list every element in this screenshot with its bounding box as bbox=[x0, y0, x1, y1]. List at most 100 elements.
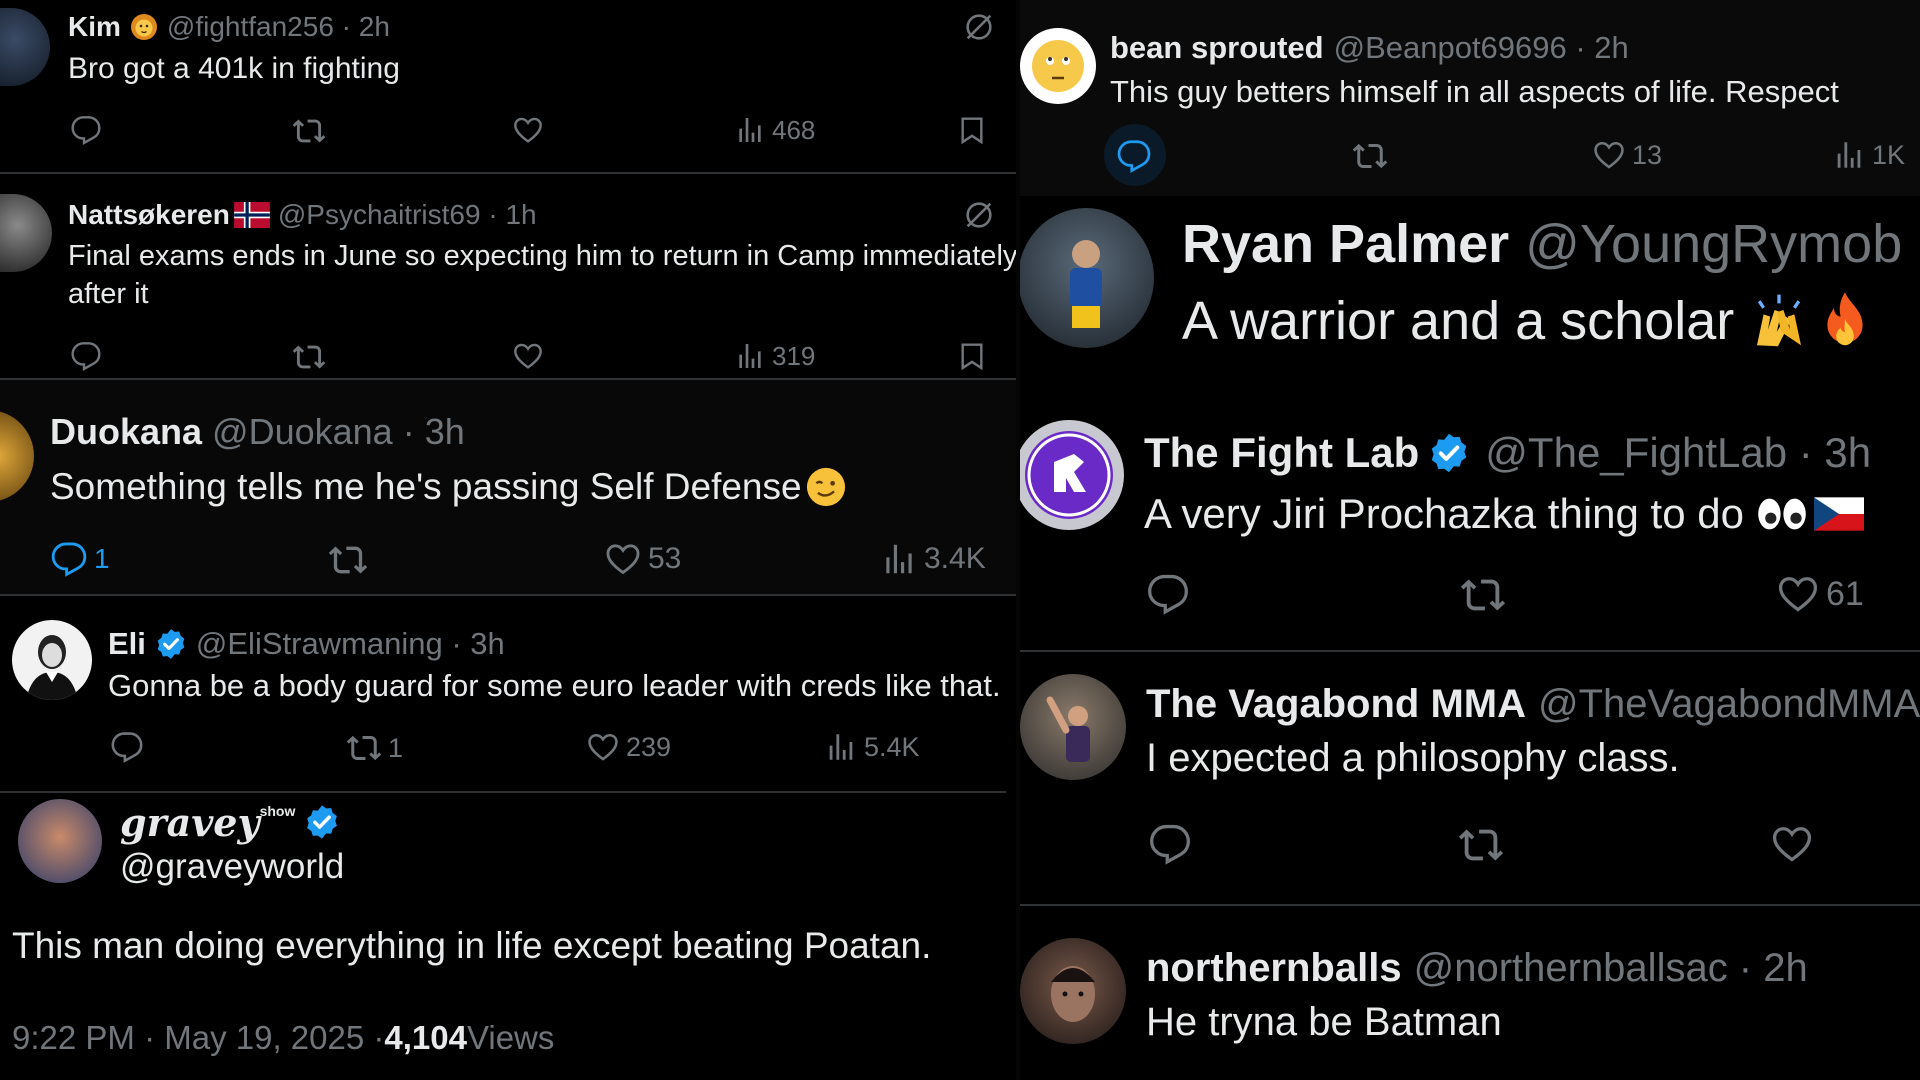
author-name[interactable]: Duokana bbox=[50, 411, 202, 453]
like-button[interactable]: 13 bbox=[1592, 138, 1662, 172]
author-name[interactable]: northernballs bbox=[1146, 946, 1402, 991]
author-handle[interactable]: @EliStrawmaning · 3h bbox=[196, 626, 505, 662]
reply-button[interactable] bbox=[70, 114, 102, 146]
author-handle[interactable]: @graveyworld bbox=[120, 847, 344, 887]
retweet-button[interactable]: 1 bbox=[346, 730, 403, 766]
reply-icon bbox=[1116, 138, 1152, 174]
like-button[interactable]: 61 bbox=[1776, 572, 1864, 616]
reply-button[interactable] bbox=[110, 730, 144, 764]
views-button[interactable]: 1K bbox=[1832, 138, 1905, 172]
author-name[interactable]: gravey bbox=[120, 800, 260, 845]
fire-emoji-icon bbox=[1827, 292, 1863, 346]
bookmark-button[interactable] bbox=[956, 340, 988, 372]
views-icon bbox=[734, 114, 766, 146]
retweet-button[interactable] bbox=[292, 340, 326, 374]
author-handle[interactable]: @YoungRymob · bbox=[1525, 213, 1920, 275]
views-count: 1K bbox=[1872, 139, 1906, 170]
views-button[interactable]: 5.4K bbox=[824, 730, 920, 764]
tweet-text: I expected a philosophy class. bbox=[1146, 736, 1680, 780]
retweet-button[interactable] bbox=[1460, 572, 1506, 618]
retweet-button[interactable] bbox=[1458, 822, 1504, 868]
tweet-the-vagabond-mma[interactable]: The Vagabond MMA @TheVagabondMMA I expec… bbox=[1018, 652, 1920, 902]
reply-button[interactable] bbox=[1148, 822, 1192, 866]
like-icon bbox=[1770, 822, 1814, 866]
reply-icon bbox=[110, 730, 144, 764]
retweet-button[interactable] bbox=[292, 114, 326, 148]
tweet-bean-sprouted[interactable]: bean sprouted @Beanpot69696 · 2h This gu… bbox=[1018, 0, 1920, 196]
views-button[interactable]: 319 bbox=[734, 340, 815, 372]
author-name[interactable]: The Fight Lab bbox=[1144, 429, 1419, 477]
column-gap bbox=[1016, 0, 1020, 1080]
reply-button[interactable] bbox=[1146, 572, 1190, 616]
reply-button[interactable] bbox=[70, 340, 102, 372]
avatar[interactable] bbox=[0, 194, 52, 272]
author-handle[interactable]: @Psychaitrist69 · 1h bbox=[278, 199, 537, 231]
wink-emoji-icon bbox=[806, 467, 845, 507]
author-name[interactable]: Nattsøkeren bbox=[68, 199, 230, 231]
views-button[interactable]: 468 bbox=[734, 114, 815, 146]
avatar[interactable] bbox=[1020, 938, 1126, 1044]
views-count: 4,104 bbox=[384, 1019, 467, 1056]
raising-hands-emoji-icon bbox=[1757, 294, 1802, 347]
avatar[interactable] bbox=[18, 799, 102, 883]
retweet-button[interactable] bbox=[328, 540, 368, 580]
reply-icon bbox=[70, 114, 102, 146]
grok-icon[interactable] bbox=[962, 10, 996, 44]
bookmark-icon bbox=[956, 114, 988, 146]
like-button[interactable]: 53 bbox=[604, 540, 681, 578]
avatar[interactable] bbox=[1020, 28, 1096, 104]
tweet-the-fight-lab[interactable]: The Fight Lab @The_FightLab · 3h A very … bbox=[1018, 406, 1920, 650]
reply-button[interactable] bbox=[1116, 138, 1152, 174]
author-name[interactable]: The Vagabond MMA bbox=[1146, 682, 1526, 727]
tweet-timestamp[interactable]: 9:22 PM · May 19, 2025 · bbox=[12, 1019, 384, 1057]
verified-badge-icon bbox=[1427, 431, 1471, 475]
retweet-button[interactable] bbox=[1352, 138, 1388, 174]
like-button[interactable]: 239 bbox=[586, 730, 671, 764]
views-button[interactable]: 3.4K bbox=[880, 540, 986, 578]
like-button[interactable] bbox=[1770, 822, 1814, 866]
views-icon bbox=[734, 340, 766, 372]
norway-flag-icon bbox=[233, 202, 270, 228]
tweet-kim[interactable]: Kim @fightfan256 · 2h Bro got a 401k in … bbox=[0, 0, 1018, 172]
author-handle[interactable]: @The_FightLab · 3h bbox=[1485, 429, 1871, 477]
tweet-nattsokeren[interactable]: Nattsøkeren @Psychaitrist69 · 1h Final e… bbox=[0, 174, 1018, 378]
author-name[interactable]: Kim bbox=[68, 11, 121, 43]
author-handle[interactable]: @Duokana · 3h bbox=[212, 411, 465, 453]
bookmark-button[interactable] bbox=[956, 114, 988, 146]
verified-badge-icon bbox=[154, 627, 188, 661]
like-count: 61 bbox=[1826, 574, 1864, 613]
views-icon bbox=[824, 730, 858, 764]
avatar[interactable] bbox=[0, 410, 34, 502]
author-handle[interactable]: @Beanpot69696 · 2h bbox=[1334, 30, 1629, 66]
avatar[interactable] bbox=[1018, 420, 1124, 530]
reply-count: 1 bbox=[94, 543, 110, 574]
like-button[interactable] bbox=[512, 114, 544, 146]
author-handle[interactable]: @northernballsac · 2h bbox=[1414, 946, 1808, 991]
tweet-ryan-palmer[interactable]: Ryan Palmer @YoungRymob · A warrior and … bbox=[1018, 196, 1920, 406]
author-name[interactable]: Eli bbox=[108, 626, 146, 662]
avatar[interactable] bbox=[1020, 674, 1126, 780]
views-icon bbox=[880, 540, 918, 578]
like-icon bbox=[1776, 572, 1820, 616]
avatar[interactable] bbox=[1018, 208, 1154, 348]
views-count: 319 bbox=[772, 340, 816, 371]
tweet-text: Gonna be a body guard for some euro lead… bbox=[108, 668, 1001, 703]
author-handle[interactable]: @fightfan256 · 2h bbox=[167, 11, 390, 43]
author-handle[interactable]: @TheVagabondMMA bbox=[1538, 682, 1920, 727]
reply-button[interactable]: 1 bbox=[50, 540, 110, 578]
views-count: 3.4K bbox=[924, 542, 986, 575]
retweet-icon bbox=[1458, 822, 1504, 868]
tweet-northernballs[interactable]: northernballs @northernballsac · 2h He t… bbox=[1018, 906, 1920, 1080]
author-name[interactable]: bean sprouted bbox=[1110, 30, 1324, 66]
avatar[interactable] bbox=[12, 620, 92, 700]
tweet-duokana[interactable]: Duokana @Duokana · 3h Something tells me… bbox=[0, 380, 1018, 594]
tweet-gravey[interactable]: gravey show @graveyworld This man doing … bbox=[0, 793, 1006, 1080]
author-name[interactable]: Ryan Palmer bbox=[1182, 213, 1509, 275]
tweet-eli[interactable]: Eli @EliStrawmaning · 3h Gonna be a body… bbox=[0, 596, 1018, 792]
like-count: 53 bbox=[648, 542, 682, 575]
like-button[interactable] bbox=[512, 340, 544, 372]
like-icon bbox=[604, 540, 642, 578]
views-label: Views bbox=[466, 1019, 555, 1056]
avatar[interactable] bbox=[0, 8, 50, 86]
grok-icon[interactable] bbox=[962, 198, 996, 232]
